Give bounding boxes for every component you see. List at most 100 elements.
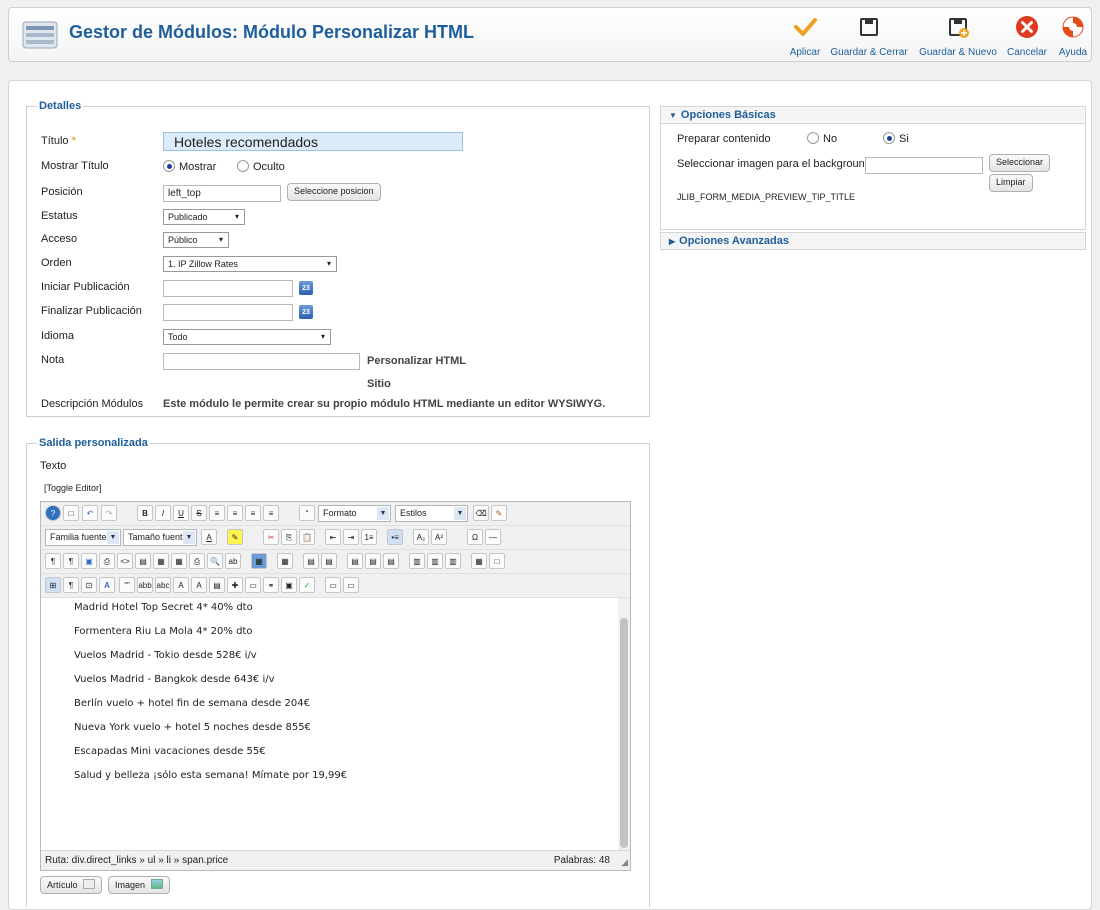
strikethrough-icon[interactable]: S — [191, 505, 207, 521]
calendar-icon[interactable]: 23 — [299, 305, 313, 319]
spellcheck-icon[interactable]: ✓ — [299, 577, 315, 593]
calendar-icon[interactable]: 23 — [299, 281, 313, 295]
subscript-icon[interactable]: A₂ — [413, 529, 429, 545]
prepare-radio-yes[interactable]: Si — [883, 132, 909, 145]
editor-content-area[interactable]: Madrid Hotel Top Secret 4* 40% dto Forme… — [41, 598, 630, 850]
prepare-radio-no[interactable]: No — [807, 132, 837, 145]
indent-icon[interactable]: ⇥ — [343, 529, 359, 545]
background-image-input[interactable] — [865, 157, 983, 174]
row-before-icon[interactable]: ▤ — [347, 553, 363, 569]
language-select[interactable]: Todo ▾ — [163, 329, 331, 345]
insert-date-icon[interactable]: ▦ — [153, 553, 169, 569]
row-props-icon[interactable]: ▤ — [303, 553, 319, 569]
delete-row-icon[interactable]: ▤ — [383, 553, 399, 569]
end-publish-input[interactable] — [163, 304, 293, 321]
abbr-icon[interactable]: abb — [137, 577, 153, 593]
access-select[interactable]: Público ▾ — [163, 232, 229, 248]
cite-icon[interactable]: “” — [119, 577, 135, 593]
template-icon[interactable]: ▤ — [135, 553, 151, 569]
font-size-dropdown[interactable]: Tamaño fuente ▼ — [123, 529, 197, 546]
element-path[interactable]: Ruta: div.direct_links » ul » li » span.… — [45, 855, 228, 866]
cut-icon[interactable]: ✂ — [263, 529, 279, 545]
cell-props-icon[interactable]: ▤ — [321, 553, 337, 569]
clear-image-button[interactable]: Limpiar — [989, 174, 1033, 192]
unordered-list-icon[interactable]: •≡ — [387, 529, 403, 545]
save-new-button[interactable]: Guardar & Nuevo — [913, 15, 1003, 59]
fullscreen-icon[interactable]: ▣ — [81, 553, 97, 569]
copy-icon[interactable]: ⎘ — [281, 529, 297, 545]
italic-icon[interactable]: I — [155, 505, 171, 521]
print-icon[interactable]: ⎙ — [189, 553, 205, 569]
toggle-editor-link[interactable]: [Toggle Editor] — [44, 483, 102, 493]
outdent-icon[interactable]: ⇤ — [325, 529, 341, 545]
attributes-icon[interactable]: ▤ — [209, 577, 225, 593]
superscript-icon[interactable]: A² — [431, 529, 447, 545]
order-select[interactable]: 1. IP Zillow Rates ▾ — [163, 256, 337, 272]
editor-scrollbar[interactable] — [618, 598, 630, 850]
status-select[interactable]: Publicado ▾ — [163, 209, 245, 225]
delete-col-icon[interactable]: ▥ — [445, 553, 461, 569]
find-icon[interactable]: 🔍 — [207, 553, 223, 569]
pagebreak-icon[interactable]: ▭ — [325, 577, 341, 593]
horizontal-rule-icon[interactable]: — — [485, 529, 501, 545]
new-document-icon[interactable]: □ — [63, 505, 79, 521]
styles-dropdown[interactable]: Estilos ▼ — [395, 505, 468, 522]
col-after-icon[interactable]: ▥ — [427, 553, 443, 569]
insert-table-icon[interactable]: ▦ — [251, 553, 267, 569]
help-button[interactable]: Ayuda — [1055, 15, 1091, 59]
start-publish-input[interactable] — [163, 280, 293, 297]
insert-article-button[interactable]: Artículo — [40, 876, 103, 894]
undo-icon[interactable]: ↶ — [82, 505, 98, 521]
replace-icon[interactable]: ab — [225, 553, 241, 569]
show-blocks-icon[interactable]: ¶ — [63, 577, 79, 593]
link-icon[interactable]: ⚭ — [263, 577, 279, 593]
resize-handle-icon[interactable]: ◢ — [621, 857, 628, 868]
eraser-icon[interactable]: ⌫ — [473, 505, 489, 521]
code-icon[interactable]: <> — [117, 553, 133, 569]
show-title-radio-hide[interactable]: Oculto — [237, 160, 285, 173]
image-icon[interactable]: ▣ — [281, 577, 297, 593]
insert-layer-icon[interactable]: ✚ — [227, 577, 243, 593]
cleanup-brush-icon[interactable]: ✎ — [491, 505, 507, 521]
blockquote-icon[interactable]: “ — [299, 505, 315, 521]
ins-icon[interactable]: A — [191, 577, 207, 593]
align-right-icon[interactable]: ≡ — [245, 505, 261, 521]
readmore-icon[interactable]: ▭ — [343, 577, 359, 593]
select-position-button[interactable]: Seleccione posicion — [287, 183, 381, 201]
align-center-icon[interactable]: ≡ — [227, 505, 243, 521]
cancel-button[interactable]: Cancelar — [1005, 15, 1049, 59]
styleprops-icon[interactable]: A — [99, 577, 115, 593]
align-justify-icon[interactable]: ≡ — [263, 505, 279, 521]
insert-image-button[interactable]: Imagen — [108, 876, 170, 894]
non-breaking-icon[interactable]: ⊡ — [81, 577, 97, 593]
help-icon[interactable]: ? — [45, 505, 61, 521]
ordered-list-icon[interactable]: 1≡ — [361, 529, 377, 545]
special-character-icon[interactable]: Ω — [467, 529, 483, 545]
absolute-icon[interactable]: ▭ — [245, 577, 261, 593]
split-cells-icon[interactable]: ▦ — [471, 553, 487, 569]
text-color-icon[interactable]: A — [201, 529, 217, 545]
del-icon[interactable]: A — [173, 577, 189, 593]
table-delete-icon[interactable]: ▦ — [277, 553, 293, 569]
position-input[interactable]: left_top — [163, 185, 281, 202]
select-image-button[interactable]: Seleccionar — [989, 154, 1051, 172]
scrollbar-thumb[interactable] — [620, 618, 628, 848]
underline-icon[interactable]: U — [173, 505, 189, 521]
preview-icon[interactable]: ⎙ — [99, 553, 115, 569]
advanced-options-header[interactable]: ▶ Opciones Avanzadas — [660, 232, 1086, 250]
visual-aid-icon[interactable]: ⊞ — [45, 577, 61, 593]
col-before-icon[interactable]: ▥ — [409, 553, 425, 569]
highlight-color-icon[interactable]: ✎ — [227, 529, 243, 545]
save-close-button[interactable]: Guardar & Cerrar — [825, 15, 913, 59]
ltr-icon[interactable]: ¶ — [45, 553, 61, 569]
title-input[interactable]: Hoteles recomendados — [163, 132, 463, 151]
basic-options-header[interactable]: ▼ Opciones Básicas — [660, 106, 1086, 124]
insert-time-icon[interactable]: ▦ — [171, 553, 187, 569]
redo-icon[interactable]: ↷ — [101, 505, 117, 521]
apply-button[interactable]: Aplicar — [785, 15, 825, 59]
acronym-icon[interactable]: abc — [155, 577, 171, 593]
rtl-icon[interactable]: ¶ — [63, 553, 79, 569]
font-family-dropdown[interactable]: Familia fuente ▼ — [45, 529, 121, 546]
align-left-icon[interactable]: ≡ — [209, 505, 225, 521]
note-input[interactable] — [163, 353, 360, 370]
